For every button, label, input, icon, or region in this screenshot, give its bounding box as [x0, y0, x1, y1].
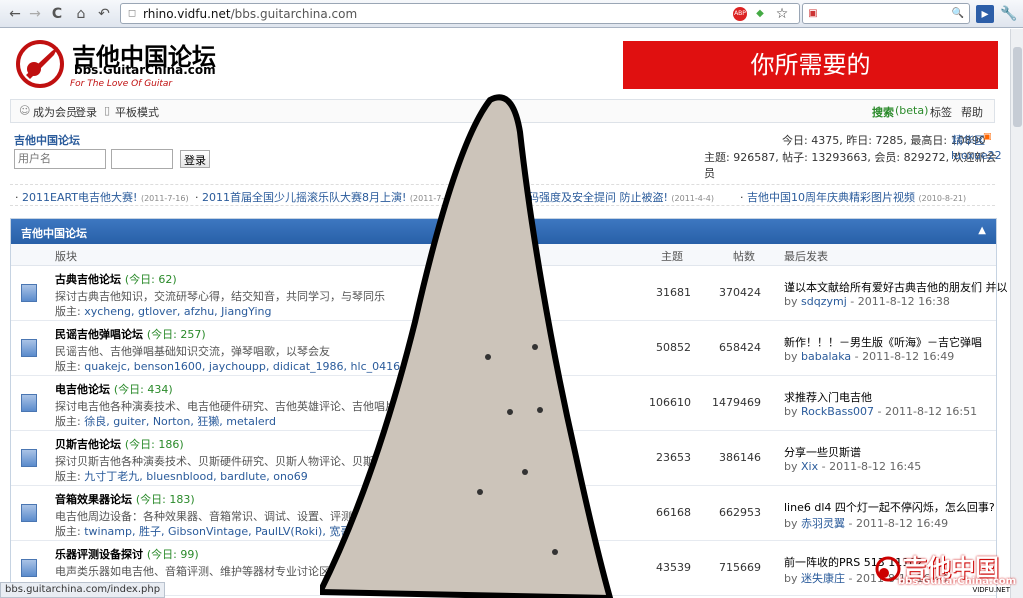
last-post-meta: by 赤羽灵翼 - 2011-8-12 16:49	[784, 517, 949, 530]
board-mods: 版主: xycheng, gtlover, afzhu, JiangYing	[55, 305, 272, 318]
login-link[interactable]: 登录	[75, 104, 97, 120]
col-last-post: 最后发表	[784, 250, 828, 263]
col-topics: 主题	[661, 250, 683, 263]
browser-search-input[interactable]: ▣ 🔍	[802, 3, 970, 24]
fin-spot	[537, 407, 543, 413]
board-mods: 版主: 九寸丁老九, bluesnblood, bardlute, ono69	[55, 470, 308, 483]
extension-icon[interactable]: ◆	[753, 7, 767, 21]
search-icon[interactable]: 🔍	[951, 7, 965, 21]
register-link[interactable]: 成为会员	[33, 104, 77, 120]
forum-icon	[21, 284, 37, 302]
last-post-link[interactable]: 谨以本文献给所有爱好古典吉他的朋友们 并以 ...	[784, 279, 1010, 295]
address-bar[interactable]: ◻ rhino.vidfu.net/bbs.guitarchina.com AB…	[120, 3, 800, 24]
topic-count: 31681	[656, 286, 691, 299]
password-input[interactable]	[111, 149, 173, 169]
last-post-meta: by RockBass007 - 2011-8-12 16:51	[784, 405, 978, 418]
logo-domain-text: bbs.GuitarChina.com	[74, 63, 216, 77]
last-post-link[interactable]: 新作！！！－男生版《听海》－吉它弹唱	[784, 334, 982, 350]
history-icon[interactable]: ↶	[95, 5, 113, 23]
user-icon: ☺	[19, 104, 31, 117]
browser-toolbar: ← → C ⌂ ↶ ◻ rhino.vidfu.net/bbs.guitarch…	[0, 0, 1023, 28]
board-desc: 电声类乐器如电吉他、音箱评测、维护等器材专业讨论区，音乐	[55, 565, 363, 578]
search-beta-label: (beta)	[895, 104, 929, 117]
tags-link[interactable]: 标签	[930, 104, 952, 120]
category-title[interactable]: 吉他中国论坛	[21, 227, 87, 240]
board-name[interactable]: 乐器评测设备探讨 (今日: 99)	[55, 546, 199, 562]
post-count: 662953	[719, 506, 761, 519]
topic-count: 106610	[649, 396, 691, 409]
announcement-item[interactable]: · 2011EART电吉他大赛! (2011-7-16)	[15, 189, 189, 205]
forum-icon	[21, 339, 37, 357]
forum-icon	[21, 449, 37, 467]
search-engine-icon[interactable]: ▣	[806, 7, 820, 21]
col-board: 版块	[55, 250, 77, 263]
col-posts: 帖数	[733, 250, 755, 263]
last-post-meta: by Xix - 2011-8-12 16:45	[784, 460, 922, 473]
back-icon[interactable]: ←	[6, 5, 24, 23]
collapse-icon[interactable]: ▲	[978, 225, 986, 236]
reload-icon[interactable]: C	[48, 5, 66, 23]
tablet-icon: ▯	[104, 104, 111, 117]
menu-icon[interactable]: ▸	[976, 5, 994, 23]
forum-home-title[interactable]: 吉他中国论坛	[14, 132, 80, 148]
last-post-link[interactable]: 分享一些贝斯谱	[784, 444, 861, 460]
fin-spot	[477, 489, 483, 495]
last-post-link[interactable]: 求推荐入门电吉他	[784, 389, 872, 405]
status-bar: bbs.guitarchina.com/index.php	[0, 582, 166, 598]
shark-fin-overlay	[320, 94, 614, 598]
forum-icon	[21, 394, 37, 412]
board-name[interactable]: 电吉他论坛 (今日: 434)	[55, 381, 173, 397]
bookmark-star-icon[interactable]: ☆	[775, 7, 789, 21]
username-input[interactable]	[14, 149, 106, 169]
help-link[interactable]: 帮助	[961, 104, 983, 120]
watermark: 吉他中国 bbs.GuitarChina.com VIDFU.NET	[873, 548, 1018, 596]
board-mods: 版主: twinamp, 胜子, GibsonVintage, PaulLV(R…	[55, 525, 352, 538]
login-button[interactable]: 登录	[180, 150, 210, 168]
guitar-logo-icon	[16, 40, 64, 88]
newest-member-link[interactable]: luoxue22	[951, 149, 1002, 162]
fin-spot	[522, 469, 528, 475]
watermark-small: VIDFU.NET	[972, 586, 1010, 594]
digest-link[interactable]: 精华区	[952, 132, 985, 148]
board-mods: 版主: 徐良, guiter, Norton, 狂獭, metalerd	[55, 415, 276, 428]
topic-count: 23653	[656, 451, 691, 464]
tablet-mode-link[interactable]: 平板模式	[115, 104, 159, 120]
wrench-icon[interactable]: 🔧	[1000, 5, 1018, 23]
board-name[interactable]: 古典吉他论坛 (今日: 62)	[55, 271, 177, 287]
announcement-item[interactable]: · 吉他中国10周年庆典精彩图片视频 (2010-8-21)	[740, 189, 966, 205]
forward-icon[interactable]: →	[26, 5, 44, 23]
fin-spot	[507, 409, 513, 415]
board-name[interactable]: 贝斯吉他论坛 (今日: 186)	[55, 436, 184, 452]
post-count: 370424	[719, 286, 761, 299]
address-url[interactable]: rhino.vidfu.net/bbs.guitarchina.com	[143, 7, 357, 21]
topic-count: 50852	[656, 341, 691, 354]
board-name[interactable]: 音箱效果器论坛 (今日: 183)	[55, 491, 195, 507]
last-post-meta: by sdqzymj - 2011-8-12 16:38	[784, 295, 950, 308]
logo-tagline: For The Love Of Guitar	[70, 79, 173, 89]
forum-icon	[21, 559, 37, 577]
forum-icon	[21, 504, 37, 522]
ad-banner[interactable]: 你所需要的	[623, 41, 998, 89]
adblock-icon[interactable]: ABP	[733, 7, 747, 21]
search-link[interactable]: 搜索	[872, 104, 894, 120]
board-desc: 民谣吉他、吉他弹唱基础知识交流，弹琴唱歌，以琴会友	[55, 345, 330, 358]
post-count: 386146	[719, 451, 761, 464]
topic-count: 66168	[656, 506, 691, 519]
post-count: 715669	[719, 561, 761, 574]
home-icon[interactable]: ⌂	[72, 5, 90, 23]
fin-spot	[532, 344, 538, 350]
board-name[interactable]: 民谣吉他弹唱论坛 (今日: 257)	[55, 326, 206, 342]
scrollbar-thumb[interactable]	[1013, 47, 1022, 127]
vertical-scrollbar[interactable]	[1010, 29, 1023, 598]
page-icon: ◻	[127, 8, 137, 19]
post-count: 1479469	[712, 396, 761, 409]
last-post-link[interactable]: line6 dl4 四个灯一起不停闪烁，怎么回事?	[784, 499, 995, 515]
fin-spot	[552, 549, 558, 555]
last-post-meta: by babalaka - 2011-8-12 16:49	[784, 350, 955, 363]
fin-spot	[485, 354, 491, 360]
post-count: 658424	[719, 341, 761, 354]
site-logo[interactable]: 吉他中国论坛 bbs.GuitarChina.com For The Love …	[12, 37, 232, 92]
rss-icon[interactable]: ▣	[983, 132, 992, 142]
topic-count: 43539	[656, 561, 691, 574]
